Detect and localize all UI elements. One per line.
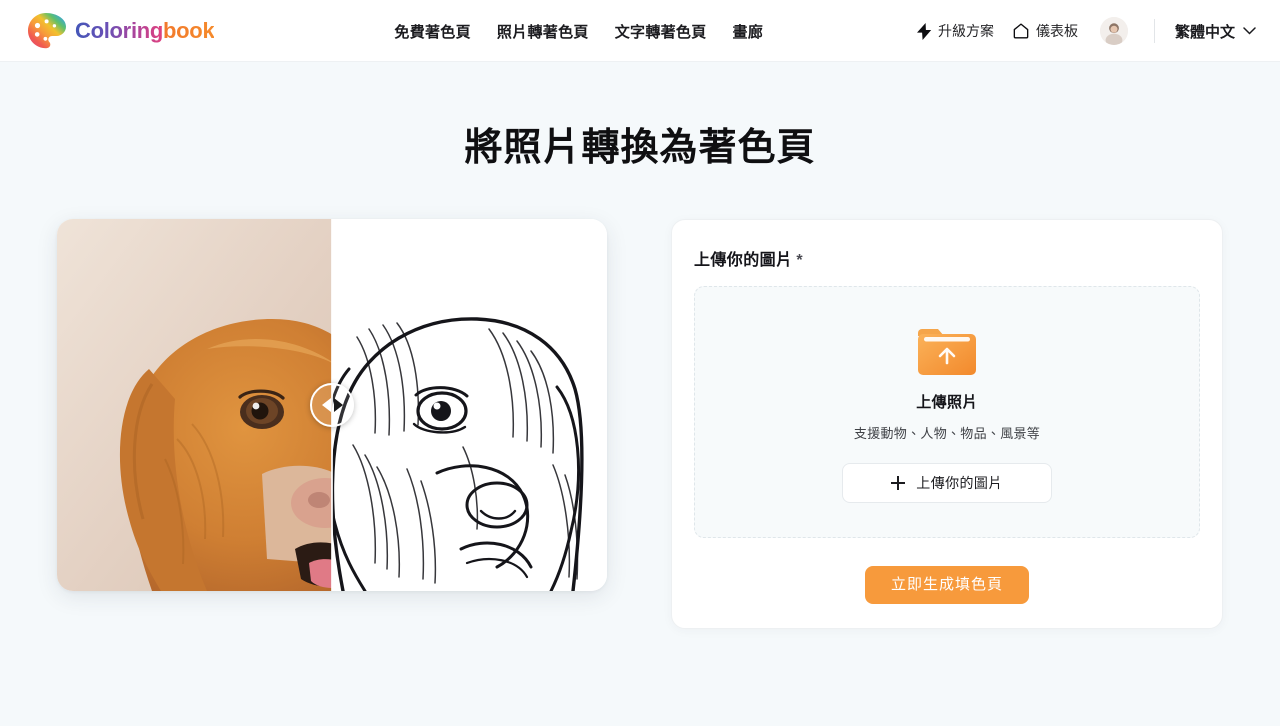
header-divider [1153,19,1155,43]
main-navigation: 免費著色頁 照片轉著色頁 文字轉著色頁 畫廊 [394,21,763,42]
page-title: 將照片轉換為著色頁 [464,127,816,169]
brand-name-part1: Coloring [75,18,164,43]
upgrade-plan-button[interactable]: 升級方案 [916,21,994,41]
upgrade-plan-label: 升級方案 [937,23,994,39]
brand-name: Coloringbook [75,18,215,44]
nav-item-photo-to-coloring-page[interactable]: 照片轉著色頁 [497,21,589,42]
upload-card-label: 上傳你的圖片 * [694,246,1200,270]
language-label: 繁體中文 [1174,23,1235,41]
dropzone-subtitle: 支援動物、人物、物品、風景等 [853,426,1041,441]
main-content: 上傳你的圖片 * 上傳照片 支援動物、人物、物品、風景等 上傳你的圖片 立即生成… [0,219,1280,629]
user-avatar[interactable] [1099,17,1128,45]
header-actions: 升級方案 儀表板 繁體中文 [916,17,1256,45]
slider-handle-icon[interactable] [310,383,354,427]
slider-arrow-left-icon [321,398,331,412]
upload-image-button[interactable]: 上傳你的圖片 [842,463,1052,503]
upload-image-button-label: 上傳你的圖片 [916,475,1003,491]
chevron-down-icon [1243,27,1256,35]
home-icon [1013,23,1029,39]
upload-card: 上傳你的圖片 * 上傳照片 支援動物、人物、物品、風景等 上傳你的圖片 立即生成… [671,219,1223,629]
nav-item-gallery[interactable]: 畫廊 [733,21,764,42]
palette-icon [28,13,66,49]
upload-card-label-text: 上傳你的圖片 [694,252,793,269]
slider-arrow-right-icon [333,398,343,412]
dropzone-title: 上傳照片 [916,394,978,411]
folder-upload-icon [918,329,976,375]
dashboard-label: 儀表板 [1035,23,1078,39]
generate-coloring-page-button[interactable]: 立即生成填色頁 [864,566,1029,604]
dashboard-button[interactable]: 儀表板 [1012,21,1078,41]
brand-name-part2: book [163,18,215,43]
brand-logo[interactable]: Coloringbook [26,11,215,51]
upload-dropzone[interactable]: 上傳照片 支援動物、人物、物品、風景等 上傳你的圖片 [694,286,1200,538]
cta-container: 立即生成填色頁 [694,566,1200,604]
nav-item-text-to-coloring-page[interactable]: 文字轉著色頁 [615,21,707,42]
nav-item-free-coloring-pages[interactable]: 免費著色頁 [394,21,471,42]
required-marker: * [796,252,804,269]
before-after-comparison[interactable] [57,219,607,591]
lightning-bolt-icon [916,22,932,40]
plus-icon [891,476,906,490]
site-header: Coloringbook 免費著色頁 照片轉著色頁 文字轉著色頁 畫廊 升級方案… [0,0,1280,62]
language-selector[interactable]: 繁體中文 [1175,21,1256,42]
